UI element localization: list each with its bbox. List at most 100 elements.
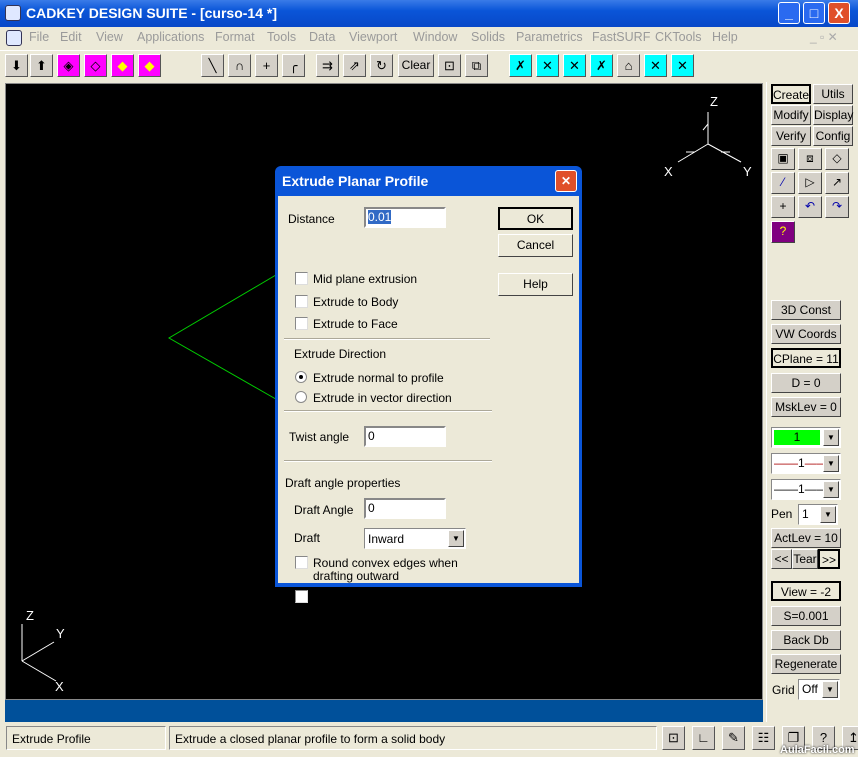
arrow-up-icon[interactable]: ⬆ [30, 54, 53, 77]
scale-button[interactable]: S=0.001 [771, 606, 841, 626]
chevron-down-icon[interactable]: ▼ [448, 530, 464, 547]
snap-cross-icon[interactable]: ✗ [590, 54, 613, 77]
snap-x-icon[interactable]: ✕ [536, 54, 559, 77]
repair-checkbox[interactable] [295, 590, 308, 603]
triangle-icon[interactable]: ▷ [798, 172, 822, 194]
chevron-down-icon[interactable]: ▼ [823, 481, 839, 498]
chevron-down-icon[interactable]: ▼ [820, 506, 836, 523]
undo-icon[interactable]: ↶ [798, 196, 822, 218]
menu-solids[interactable]: Solids [471, 30, 505, 44]
back-db-button[interactable]: Back Db [771, 630, 841, 650]
level-color-icon[interactable]: ◆ [111, 54, 134, 77]
line-style-select[interactable]: ——1—— ▼ [771, 453, 841, 474]
to-body-checkbox[interactable] [295, 295, 308, 308]
view-button[interactable]: View = -2 [771, 581, 841, 601]
color-select[interactable]: 1 ▼ [771, 427, 841, 448]
pen-select[interactable]: 1 ▼ [798, 504, 838, 525]
msklev-button[interactable]: MskLev = 0 [771, 397, 841, 417]
mid-plane-checkbox[interactable] [295, 272, 308, 285]
to-face-checkbox[interactable] [295, 317, 308, 330]
menu-viewport[interactable]: Viewport [349, 30, 397, 44]
spline-icon[interactable]: ⁄ [771, 172, 795, 194]
window-zoom-icon[interactable]: ⧉ [465, 54, 488, 77]
depth-button[interactable]: D = 0 [771, 373, 841, 393]
tab-utils[interactable]: Utils [813, 84, 853, 104]
tab-config[interactable]: Config [813, 126, 853, 146]
layers-icon[interactable]: ☷ [752, 726, 775, 750]
clear-button[interactable]: Clear [398, 54, 434, 77]
axis-icon[interactable]: ∟ [692, 726, 715, 750]
twist-input[interactable]: 0 [364, 426, 446, 447]
next-level-button[interactable]: >> [818, 549, 840, 569]
help-button[interactable]: Help [498, 273, 573, 296]
menu-file[interactable]: File [29, 30, 49, 44]
chevron-down-icon[interactable]: ▼ [822, 681, 838, 698]
menu-data[interactable]: Data [309, 30, 335, 44]
dialog-close-button[interactable]: ✕ [555, 170, 577, 192]
cancel-button[interactable]: Cancel [498, 234, 573, 257]
help-book-icon[interactable]: ? [771, 221, 795, 243]
radio-vector[interactable] [295, 391, 307, 403]
snap-box-icon[interactable]: ⌂ [617, 54, 640, 77]
round-convex-checkbox[interactable] [295, 556, 308, 569]
menu-window[interactable]: Window [413, 30, 457, 44]
menu-tools[interactable]: Tools [267, 30, 296, 44]
window-fit-icon[interactable]: ⊡ [438, 54, 461, 77]
pencil-icon[interactable]: ✎ [722, 726, 745, 750]
menu-cktools[interactable]: CKTools [655, 30, 702, 44]
chevron-down-icon[interactable]: ▼ [823, 429, 839, 446]
menu-parametrics[interactable]: Parametrics [516, 30, 583, 44]
chevron-down-icon[interactable]: ▼ [823, 455, 839, 472]
snap-half-x-icon[interactable]: ✕ [671, 54, 694, 77]
mdi-controls[interactable]: _ ▫ ✕ [810, 30, 838, 44]
point-icon[interactable]: + [771, 196, 795, 218]
profile-geometry[interactable] [168, 271, 282, 403]
menu-help[interactable]: Help [712, 30, 738, 44]
line-width-select[interactable]: ——1—— ▼ [771, 479, 841, 500]
level-outline-icon[interactable]: ◇ [84, 54, 107, 77]
point-icon[interactable]: + [255, 54, 278, 77]
close-button[interactable]: X [828, 2, 850, 24]
fillet-icon[interactable]: ╭ [282, 54, 305, 77]
menu-view[interactable]: View [96, 30, 123, 44]
tab-verify[interactable]: Verify [771, 126, 811, 146]
grid-select[interactable]: Off ▼ [798, 679, 840, 700]
snap-hatch-icon[interactable]: ✗ [509, 54, 532, 77]
redo-icon[interactable]: ↷ [825, 196, 849, 218]
snap-dashed-x-icon[interactable]: ✕ [644, 54, 667, 77]
snap-x2-icon[interactable]: ✕ [563, 54, 586, 77]
level-yellow-icon[interactable]: ◆ [138, 54, 161, 77]
tab-create[interactable]: Create [771, 84, 811, 104]
regenerate-button[interactable]: Regenerate [771, 654, 841, 674]
distance-input[interactable]: 0.01 [364, 207, 446, 228]
vw-coords-button[interactable]: VW Coords [771, 324, 841, 344]
radio-normal[interactable] [295, 371, 307, 383]
xform-icon[interactable]: ⇉ [316, 54, 339, 77]
tab-modify[interactable]: Modify [771, 105, 811, 125]
level-icon[interactable]: ◈ [57, 54, 80, 77]
draft-select[interactable]: Inward ▼ [364, 528, 466, 549]
line-icon[interactable]: ╲ [201, 54, 224, 77]
solid-box-icon[interactable]: ▣ [771, 148, 795, 170]
menu-applications[interactable]: Applications [137, 30, 204, 44]
ok-button[interactable]: OK [498, 207, 573, 230]
maximize-button[interactable]: □ [803, 2, 825, 24]
arc-icon[interactable]: ∩ [228, 54, 251, 77]
surface-icon[interactable]: ◇ [825, 148, 849, 170]
menu-edit[interactable]: Edit [60, 30, 82, 44]
minimize-button[interactable]: _ [778, 2, 800, 24]
draft-angle-input[interactable]: 0 [364, 498, 446, 519]
3d-const-button[interactable]: 3D Const [771, 300, 841, 320]
tab-display[interactable]: Display [813, 105, 853, 125]
cplane-button[interactable]: CPlane = 11 [771, 348, 841, 368]
menu-fastsurf[interactable]: FastSURF [592, 30, 650, 44]
pick-icon[interactable]: ↗ [825, 172, 849, 194]
wire-box-icon[interactable]: ⧈ [798, 148, 822, 170]
xform-copy-icon[interactable]: ⇗ [343, 54, 366, 77]
xform-rotate-icon[interactable]: ↻ [370, 54, 393, 77]
tear-button[interactable]: Tear [792, 549, 818, 569]
actlev-button[interactable]: ActLev = 10 [771, 528, 841, 548]
doc-icon[interactable] [6, 30, 22, 46]
menu-format[interactable]: Format [215, 30, 255, 44]
prev-level-button[interactable]: << [771, 549, 792, 569]
